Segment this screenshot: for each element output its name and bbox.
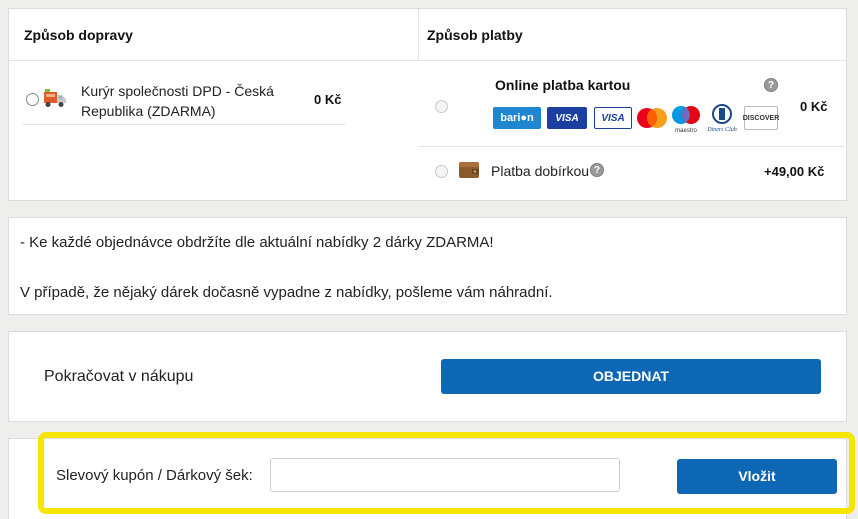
visa-logo: VISA bbox=[547, 107, 587, 129]
barion-logo: bari●n bbox=[493, 107, 541, 129]
shipping-title: Způsob dopravy bbox=[24, 27, 133, 43]
header-divider bbox=[9, 60, 846, 61]
shipping-option-label: Kurýr společnosti DPD - Česká Republika … bbox=[81, 81, 274, 121]
mastercard-logo bbox=[634, 106, 670, 135]
order-actions-panel: Pokračovat v nákupu OBJEDNAT bbox=[8, 331, 847, 422]
column-divider bbox=[418, 9, 419, 60]
payment-radio-cod[interactable] bbox=[435, 165, 448, 178]
payment-option-divider bbox=[418, 146, 844, 147]
help-icon-cod[interactable]: ? bbox=[590, 163, 604, 177]
svg-text:Diners Club: Diners Club bbox=[706, 127, 737, 133]
discover-logo: DISCOVER bbox=[743, 106, 779, 130]
shipping-radio-dpd[interactable] bbox=[26, 93, 39, 106]
visa-electron-logo: VISA bbox=[594, 107, 632, 129]
maestro-logo: maestro bbox=[669, 104, 703, 139]
shipping-option-divider bbox=[23, 124, 345, 125]
payment-card-label: Online platba kartou bbox=[495, 77, 631, 93]
coupon-panel: Slevový kupón / Dárkový šek: Vložit bbox=[8, 438, 847, 519]
payment-radio-card[interactable] bbox=[435, 100, 448, 113]
shipping-label-line1: Kurýr společnosti DPD - Česká bbox=[81, 83, 274, 99]
shipping-label-line2: Republika (ZDARMA) bbox=[81, 103, 216, 119]
gift-info-panel: - Ke každé objednávce obdržíte dle aktuá… bbox=[8, 217, 847, 315]
gift-info-line2: V případě, že nějaký dárek dočasně vypad… bbox=[20, 284, 553, 301]
payment-card-price: 0 Kč bbox=[800, 99, 828, 114]
gift-info-line1: - Ke každé objednávce obdržíte dle aktuá… bbox=[20, 234, 494, 251]
diners-club-logo: Diners Club bbox=[705, 104, 739, 139]
delivery-truck-icon bbox=[43, 89, 67, 114]
svg-text:maestro: maestro bbox=[675, 128, 697, 134]
coupon-input[interactable] bbox=[270, 458, 620, 492]
help-icon-card[interactable]: ? bbox=[764, 78, 778, 92]
shipping-payment-panel: Způsob dopravy Způsob platby Kurýr spole… bbox=[8, 8, 847, 201]
coupon-label: Slevový kupón / Dárkový šek: bbox=[56, 467, 253, 484]
payment-title: Způsob platby bbox=[427, 27, 523, 43]
order-button[interactable]: OBJEDNAT bbox=[441, 359, 821, 394]
payment-cod-price: +49,00 Kč bbox=[764, 164, 825, 179]
wallet-icon bbox=[459, 160, 479, 183]
continue-shopping-link[interactable]: Pokračovat v nákupu bbox=[44, 368, 193, 386]
payment-cod-label: Platba dobírkou bbox=[491, 163, 590, 179]
shipping-price: 0 Kč bbox=[314, 92, 342, 107]
apply-coupon-button[interactable]: Vložit bbox=[677, 459, 837, 494]
